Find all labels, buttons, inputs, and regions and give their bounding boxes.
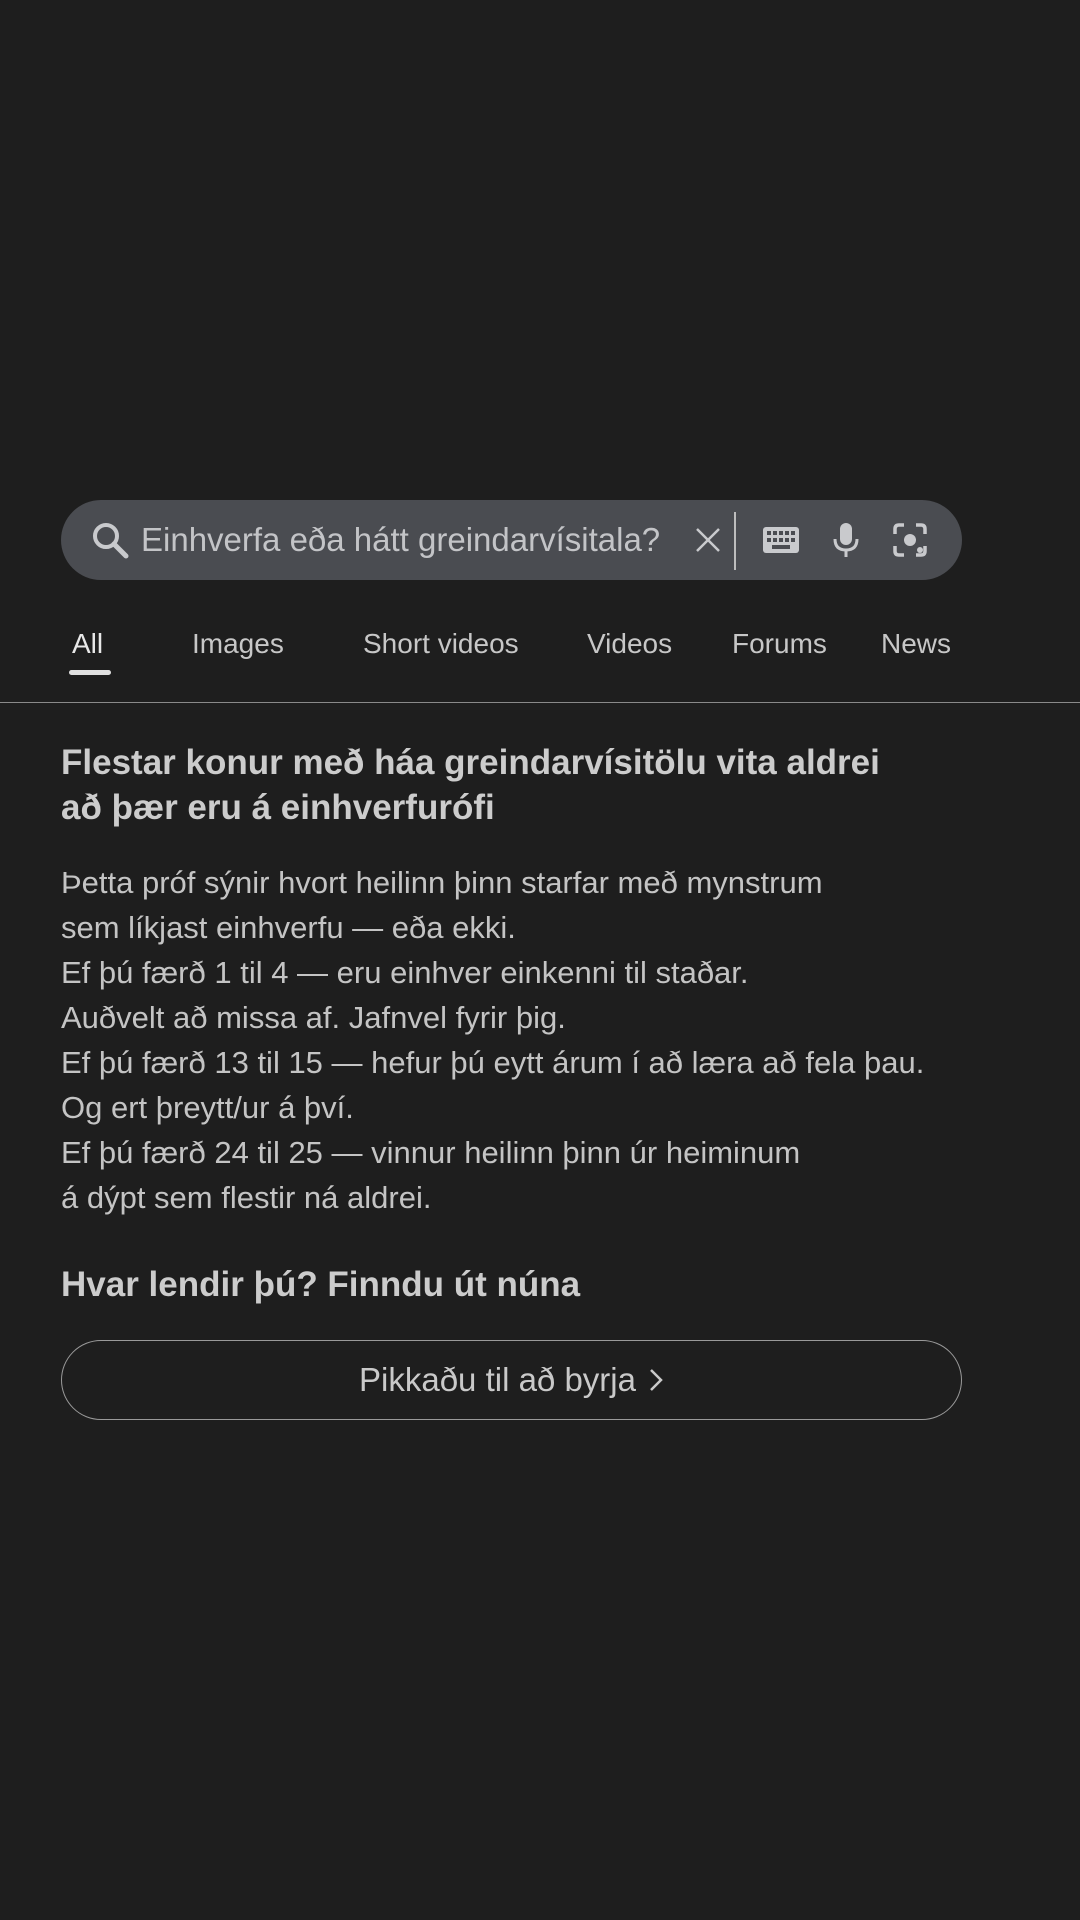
tab-all[interactable]: All	[72, 628, 103, 660]
headline-line: að þær eru á einhverfurófi	[61, 788, 495, 827]
body-line: Ef þú færð 1 til 4 — eru einhver einkenn…	[61, 955, 749, 990]
tab-images[interactable]: Images	[192, 628, 284, 660]
body-line: Auðvelt að missa af. Jafnvel fyrir þig.	[61, 1000, 566, 1035]
search-bar[interactable]: Einhverfa eða hátt greindarvísitala?	[61, 500, 962, 580]
search-icon[interactable]	[87, 500, 133, 580]
keyboard-icon[interactable]	[753, 500, 809, 580]
search-divider	[734, 512, 736, 570]
ad-body: Þetta próf sýnir hvort heilinn þinn star…	[61, 860, 1051, 1220]
body-line: Ef þú færð 24 til 25 — vinnur heilinn þi…	[61, 1135, 801, 1170]
tab-short-videos[interactable]: Short videos	[363, 628, 519, 660]
active-tab-indicator	[69, 670, 111, 675]
ad-headline: Flestar konur með háa greindarvísitölu v…	[61, 740, 1001, 830]
lens-icon[interactable]	[882, 500, 938, 580]
search-tabs: All Images Short videos Videos Forums Ne…	[0, 610, 1080, 702]
search-input[interactable]: Einhverfa eða hátt greindarvísitala?	[141, 500, 660, 580]
body-line: á dýpt sem flestir ná aldrei.	[61, 1180, 432, 1215]
body-line: Og ert þreytt/ur á því.	[61, 1090, 354, 1125]
chevron-right-icon	[648, 1367, 664, 1393]
body-line: sem líkjast einhverfu — eða ekki.	[61, 910, 516, 945]
cta-heading: Hvar lendir þú? Finndu út núna	[61, 1265, 581, 1304]
tab-news[interactable]: News	[881, 628, 951, 660]
close-icon[interactable]	[683, 500, 733, 580]
start-button-label: Pikkaðu til að byrja	[359, 1361, 636, 1398]
body-line: Þetta próf sýnir hvort heilinn þinn star…	[61, 865, 823, 900]
start-button[interactable]: Pikkaðu til að byrja	[61, 1340, 962, 1420]
tab-videos[interactable]: Videos	[587, 628, 672, 660]
mic-icon[interactable]	[821, 500, 871, 580]
body-line: Ef þú færð 13 til 15 — hefur þú eytt áru…	[61, 1045, 925, 1080]
tab-forums[interactable]: Forums	[732, 628, 827, 660]
tabs-divider	[0, 702, 1080, 703]
headline-line: Flestar konur með háa greindarvísitölu v…	[61, 743, 880, 782]
